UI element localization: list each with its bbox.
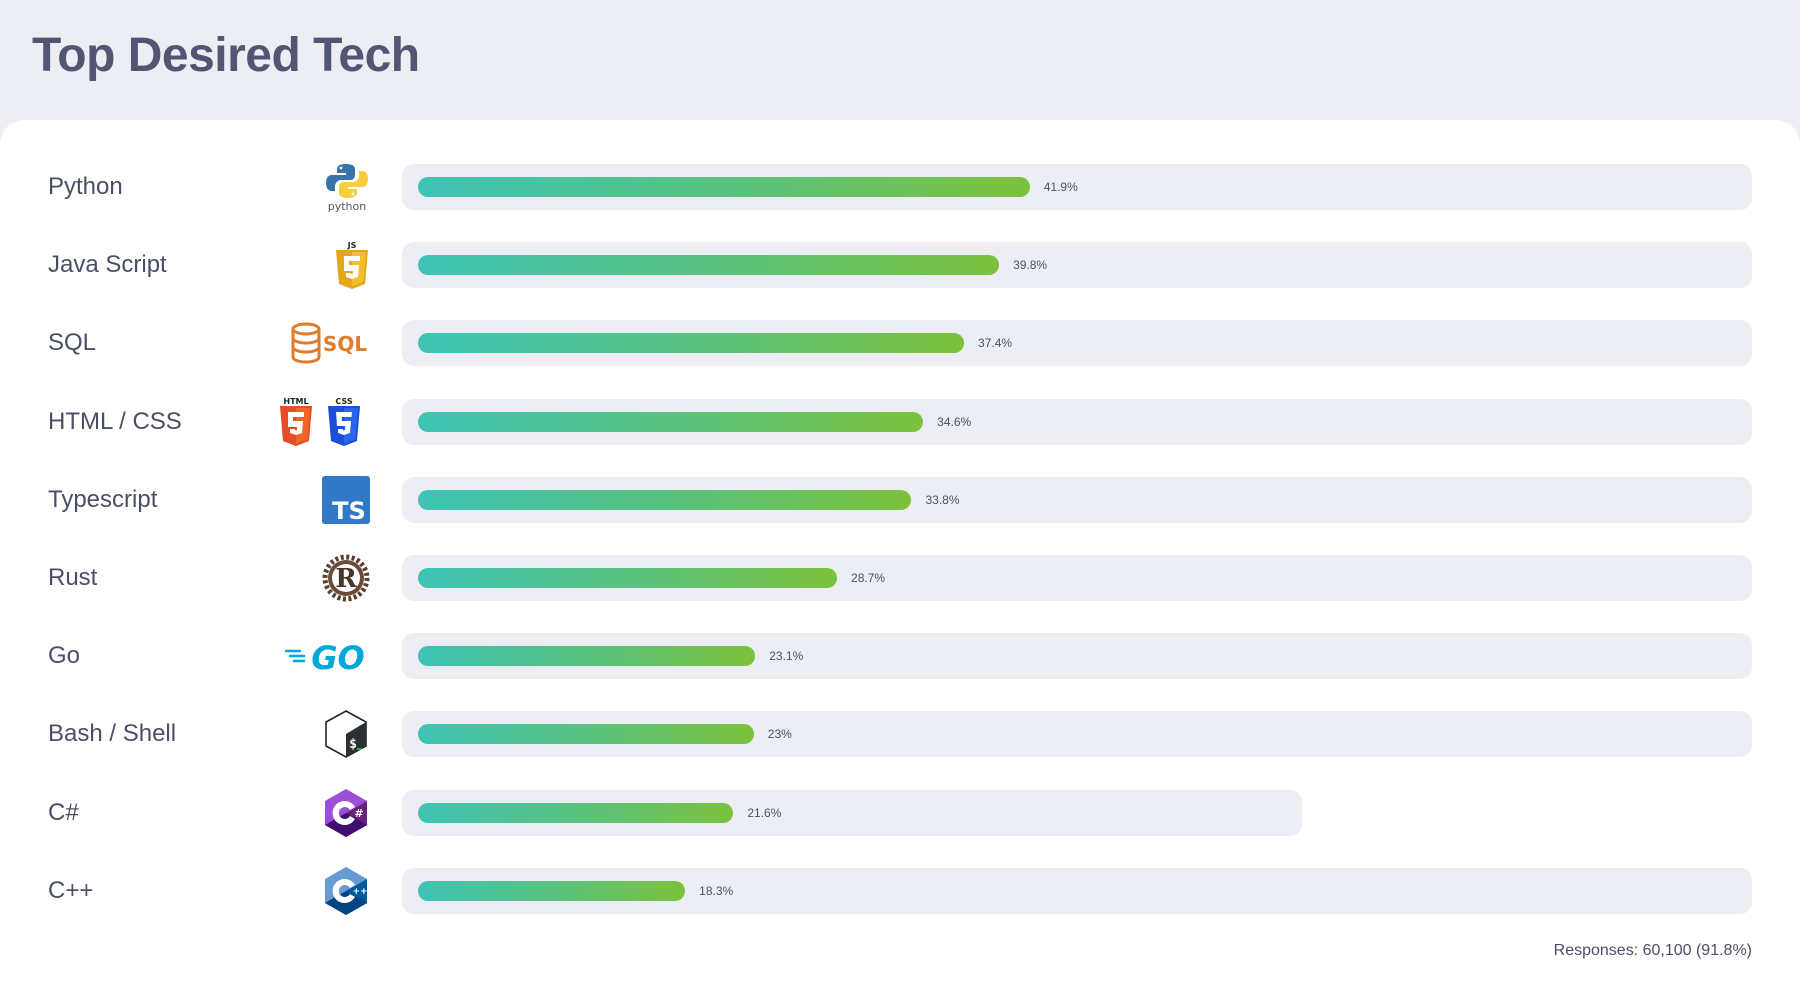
category-label: Python <box>48 173 123 200</box>
rust-logo-icon: R <box>270 550 370 606</box>
javascript-logo-icon: JS <box>270 237 370 293</box>
cplusplus-logo-icon: ++ <box>270 863 370 919</box>
category-label: Rust <box>48 564 98 591</box>
chart-row: Java Script JS 39.8% <box>0 241 1800 290</box>
chart-row: Bash / Shell $ 23% <box>0 710 1800 759</box>
svg-text:HTML: HTML <box>283 397 308 406</box>
chart-row: Typescript TS 33.8% <box>0 475 1800 524</box>
responses-count: Responses: 60,100 (91.8%) <box>1553 942 1752 959</box>
svg-text:CSS: CSS <box>335 397 352 406</box>
bar <box>418 411 924 432</box>
bar <box>418 802 734 823</box>
value-label: 21.6% <box>747 805 782 820</box>
value-label: 37.4% <box>978 336 1013 351</box>
category-label: C++ <box>48 876 94 904</box>
bar <box>418 255 1000 276</box>
chart-row: Go GO 23.1% <box>0 633 1800 680</box>
svg-text:python: python <box>328 200 367 212</box>
bar-track: 23% <box>402 711 1752 758</box>
chart-row: SQL SQL 37.4% <box>0 320 1800 367</box>
svg-text:#: # <box>354 807 363 820</box>
bar-track: 37.4% <box>402 320 1752 367</box>
category-label: Bash / Shell <box>48 720 177 748</box>
value-label: 23% <box>767 727 792 742</box>
python-logo-icon: python <box>270 159 370 215</box>
page-title: Top Desired Tech <box>32 29 420 82</box>
value-label: 41.9% <box>1043 180 1078 194</box>
category-label: Go <box>48 642 81 670</box>
svg-text:GO: GO <box>311 639 364 673</box>
value-label: 39.8% <box>1013 258 1048 273</box>
bar-track: 34.6% <box>402 398 1752 445</box>
bar <box>418 724 754 745</box>
svg-text:SQL: SQL <box>323 332 367 356</box>
bar-track: 18.3% <box>402 867 1752 914</box>
bar-track: 39.8% <box>402 242 1752 289</box>
bar <box>418 646 756 667</box>
category-label: C# <box>48 798 79 826</box>
sql-database-icon: SQL <box>270 315 370 371</box>
bar <box>418 880 686 901</box>
category-label: Java Script <box>48 251 167 279</box>
bar-track: 33.8% <box>402 476 1752 523</box>
svg-text:++: ++ <box>352 887 367 897</box>
bar-track: 21.6% <box>402 789 1302 836</box>
chart-row: C# # 21.6% <box>0 788 1800 837</box>
value-label: 28.7% <box>851 571 886 585</box>
svg-text:$: $ <box>349 737 357 752</box>
html-css-logo-icon: HTML CSS <box>270 394 370 450</box>
chart-row: HTML / CSS HTML CSS 34.6% <box>0 397 1800 446</box>
value-label: 23.1% <box>769 649 804 664</box>
bar <box>418 333 965 354</box>
bar-track: 23.1% <box>402 633 1752 680</box>
value-label: 34.6% <box>937 414 972 429</box>
go-logo-icon: GO <box>270 628 370 684</box>
csharp-logo-icon: # <box>270 785 370 841</box>
bar-track: 41.9% <box>402 164 1752 210</box>
bar-track: 28.7% <box>402 555 1752 601</box>
svg-text:JS: JS <box>347 241 357 250</box>
category-label: Typescript <box>48 485 158 513</box>
value-label: 18.3% <box>699 883 734 898</box>
category-label: HTML / CSS <box>48 407 182 435</box>
svg-text:R: R <box>335 564 357 594</box>
value-label: 33.8% <box>925 492 960 507</box>
typescript-logo-icon: TS <box>270 472 370 528</box>
category-label: SQL <box>48 329 97 357</box>
bar <box>418 177 1030 197</box>
bar <box>418 489 912 510</box>
svg-text:TS: TS <box>332 497 366 524</box>
bar <box>418 568 838 588</box>
chart-row: Rust R 28.7% <box>0 554 1800 602</box>
chart-row: Python python 41.9% <box>0 164 1800 212</box>
chart-row: C++ ++ 18.3% <box>0 866 1800 915</box>
bash-shell-icon: $ <box>270 706 370 762</box>
